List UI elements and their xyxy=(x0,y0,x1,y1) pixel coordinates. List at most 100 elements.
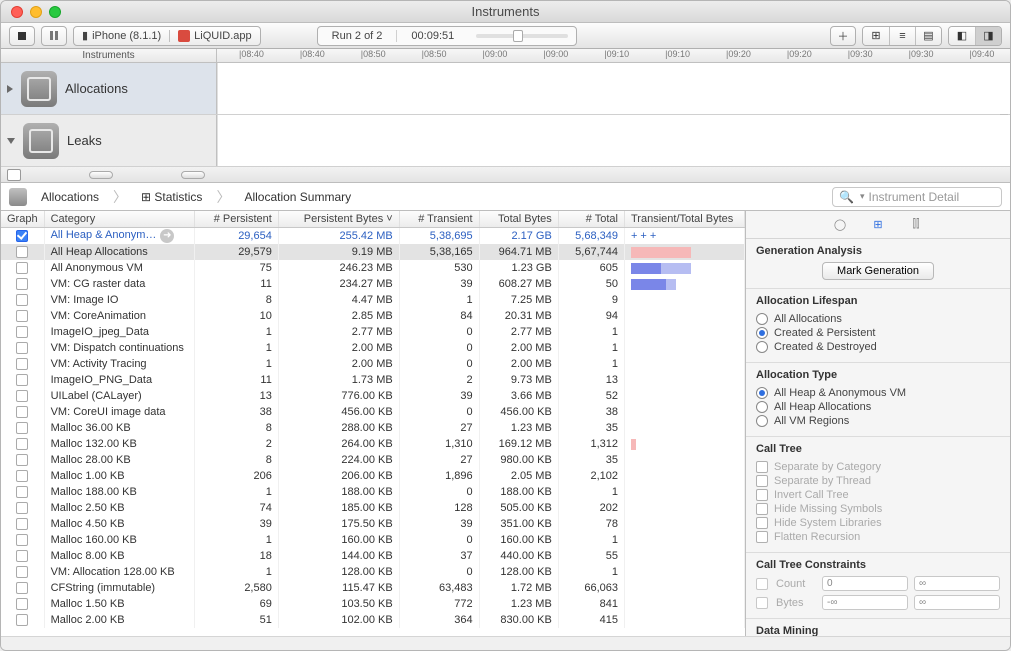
graph-checkbox[interactable] xyxy=(16,278,28,290)
table-row[interactable]: VM: CoreUI image data38456.00 KB0456.00 … xyxy=(1,404,745,420)
table-row[interactable]: Malloc 4.50 KB39175.50 KB39351.00 KB78 xyxy=(1,516,745,532)
graph-checkbox[interactable] xyxy=(16,326,28,338)
constraint-max-input[interactable] xyxy=(914,576,1000,591)
strategy-view-3[interactable]: ▤ xyxy=(915,27,941,45)
graph-checkbox[interactable] xyxy=(16,294,28,306)
inspector-tab-record[interactable]: ◯ xyxy=(832,216,848,232)
column-header[interactable]: # Transient xyxy=(399,211,479,228)
track-leaks[interactable]: Leaks xyxy=(1,115,1010,167)
track-graph-area[interactable] xyxy=(217,115,1010,166)
graph-checkbox[interactable] xyxy=(16,246,28,258)
column-header[interactable]: # Total xyxy=(558,211,624,228)
graph-checkbox[interactable] xyxy=(16,230,28,242)
search-input[interactable]: 🔍▾ Instrument Detail xyxy=(832,187,1002,207)
constraint-checkbox[interactable] xyxy=(756,578,768,590)
graph-checkbox[interactable] xyxy=(16,614,28,626)
graph-checkbox[interactable] xyxy=(16,518,28,530)
graph-checkbox[interactable] xyxy=(16,534,28,546)
table-row[interactable]: ImageIO_PNG_Data111.73 MB29.73 MB13 xyxy=(1,372,745,388)
track-graph-area[interactable] xyxy=(217,63,1010,114)
table-row[interactable]: VM: CG raster data11234.27 MB39608.27 MB… xyxy=(1,276,745,292)
table-row[interactable]: CFString (immutable)2,580115.47 KB63,483… xyxy=(1,580,745,596)
graph-checkbox[interactable] xyxy=(16,582,28,594)
radio-option[interactable]: Created & Destroyed xyxy=(756,340,1000,354)
chevron-down-icon[interactable]: ▾ xyxy=(860,191,865,202)
column-header[interactable]: Total Bytes xyxy=(479,211,558,228)
graph-checkbox[interactable] xyxy=(16,342,28,354)
toggle-left-panel[interactable]: ◧ xyxy=(949,27,975,45)
graph-checkbox[interactable] xyxy=(16,486,28,498)
horizontal-scrollbar[interactable] xyxy=(1,636,1010,650)
crumb-view[interactable]: ⊞ Statistics xyxy=(133,190,210,204)
graph-checkbox[interactable] xyxy=(16,470,28,482)
graph-checkbox[interactable] xyxy=(16,598,28,610)
table-row[interactable]: Malloc 132.00 KB2264.00 KB1,310169.12 MB… xyxy=(1,436,745,452)
table-row[interactable]: Malloc 36.00 KB8288.00 KB271.23 MB35 xyxy=(1,420,745,436)
table-row[interactable]: UILabel (CALayer)13776.00 KB393.66 MB52 xyxy=(1,388,745,404)
mark-generation-button[interactable]: Mark Generation xyxy=(822,262,934,280)
table-row[interactable]: Malloc 188.00 KB1188.00 KB0188.00 KB1 xyxy=(1,484,745,500)
disclosure-icon[interactable] xyxy=(7,85,13,93)
table-row[interactable]: Malloc 1.50 KB69103.50 KB7721.23 MB841 xyxy=(1,596,745,612)
crumb-instrument[interactable]: Allocations xyxy=(33,190,107,204)
graph-checkbox[interactable] xyxy=(16,502,28,514)
add-instrument-button[interactable]: ＋ xyxy=(830,26,856,46)
constraint-checkbox[interactable] xyxy=(756,597,768,609)
table-row[interactable]: All Anonymous VM75246.23 MB5301.23 GB605 xyxy=(1,260,745,276)
radio-option[interactable]: Created & Persistent xyxy=(756,326,1000,340)
pause-button[interactable] xyxy=(41,26,67,46)
radio-option[interactable]: All VM Regions xyxy=(756,414,1000,428)
table-row[interactable]: All Heap Allocations29,5799.19 MB5,38,16… xyxy=(1,244,745,260)
graph-checkbox[interactable] xyxy=(16,550,28,562)
graph-checkbox[interactable] xyxy=(16,390,28,402)
timeline-zoom-slider[interactable] xyxy=(476,34,567,38)
table-row[interactable]: Malloc 8.00 KB18144.00 KB37440.00 KB55 xyxy=(1,548,745,564)
disclosure-icon[interactable] xyxy=(7,138,15,144)
constraint-max-input[interactable] xyxy=(914,595,1000,610)
track-allocations[interactable]: Allocations xyxy=(1,63,1010,115)
go-icon[interactable]: ➜ xyxy=(160,229,174,243)
mini-pill-1[interactable] xyxy=(89,171,113,179)
table-row[interactable]: Malloc 2.50 KB74185.00 KB128505.00 KB202 xyxy=(1,500,745,516)
radio-option[interactable]: All Heap Allocations xyxy=(756,400,1000,414)
record-stop-button[interactable] xyxy=(9,26,35,46)
radio-option[interactable]: All Allocations xyxy=(756,312,1000,326)
table-row[interactable]: Malloc 1.00 KB206206.00 KB1,8962.05 MB2,… xyxy=(1,468,745,484)
mini-pill-2[interactable] xyxy=(181,171,205,179)
table-row[interactable]: ImageIO_jpeg_Data12.77 MB02.77 MB1 xyxy=(1,324,745,340)
mini-view-icon[interactable] xyxy=(7,169,21,181)
graph-checkbox[interactable] xyxy=(16,406,28,418)
radio-option[interactable]: All Heap & Anonymous VM xyxy=(756,386,1000,400)
inspector-tab-extended[interactable]: ⫿⫿ xyxy=(908,216,924,232)
table-row[interactable]: Malloc 160.00 KB1160.00 KB0160.00 KB1 xyxy=(1,532,745,548)
table-row[interactable]: VM: CoreAnimation102.85 MB8420.31 MB94 xyxy=(1,308,745,324)
strategy-view-1[interactable]: ⊞ xyxy=(863,27,889,45)
column-header[interactable]: Graph xyxy=(1,211,44,228)
crumb-summary[interactable]: Allocation Summary xyxy=(236,190,359,204)
inspector-tab-display[interactable]: ⊞ xyxy=(870,216,886,232)
table-row[interactable]: Malloc 2.00 KB51102.00 KB364830.00 KB415 xyxy=(1,612,745,628)
graph-checkbox[interactable] xyxy=(16,566,28,578)
column-header[interactable]: # Persistent xyxy=(194,211,278,228)
table-row[interactable]: VM: Allocation 128.00 KB1128.00 KB0128.0… xyxy=(1,564,745,580)
table-row[interactable]: VM: Image IO84.47 MB17.25 MB9 xyxy=(1,292,745,308)
graph-checkbox[interactable] xyxy=(16,262,28,274)
table-row[interactable]: All Heap & Anonym…➜29,654255.42 MB5,38,6… xyxy=(1,228,745,245)
timeline-ruler[interactable]: |08:40|08:40|08:50|08:50|09:00|09:00|09:… xyxy=(217,49,1010,62)
constraint-min-input[interactable] xyxy=(822,576,908,591)
strategy-view-2[interactable]: ≡ xyxy=(889,27,915,45)
allocation-table[interactable]: GraphCategory# PersistentPersistent Byte… xyxy=(1,211,746,636)
graph-checkbox[interactable] xyxy=(16,358,28,370)
graph-checkbox[interactable] xyxy=(16,374,28,386)
graph-checkbox[interactable] xyxy=(16,454,28,466)
toggle-right-panel[interactable]: ◨ xyxy=(975,27,1001,45)
target-selector[interactable]: ▮iPhone (8.1.1) LiQUID.app xyxy=(73,26,261,46)
column-header[interactable]: Transient/Total Bytes xyxy=(625,211,745,228)
table-row[interactable]: Malloc 28.00 KB8224.00 KB27980.00 KB35 xyxy=(1,452,745,468)
run-label[interactable]: Run 2 of 2 xyxy=(318,30,397,42)
column-header[interactable]: Category xyxy=(44,211,194,228)
constraint-min-input[interactable] xyxy=(822,595,908,610)
graph-checkbox[interactable] xyxy=(16,422,28,434)
graph-checkbox[interactable] xyxy=(16,438,28,450)
column-header[interactable]: Persistent Bytes ˅ xyxy=(278,211,399,228)
